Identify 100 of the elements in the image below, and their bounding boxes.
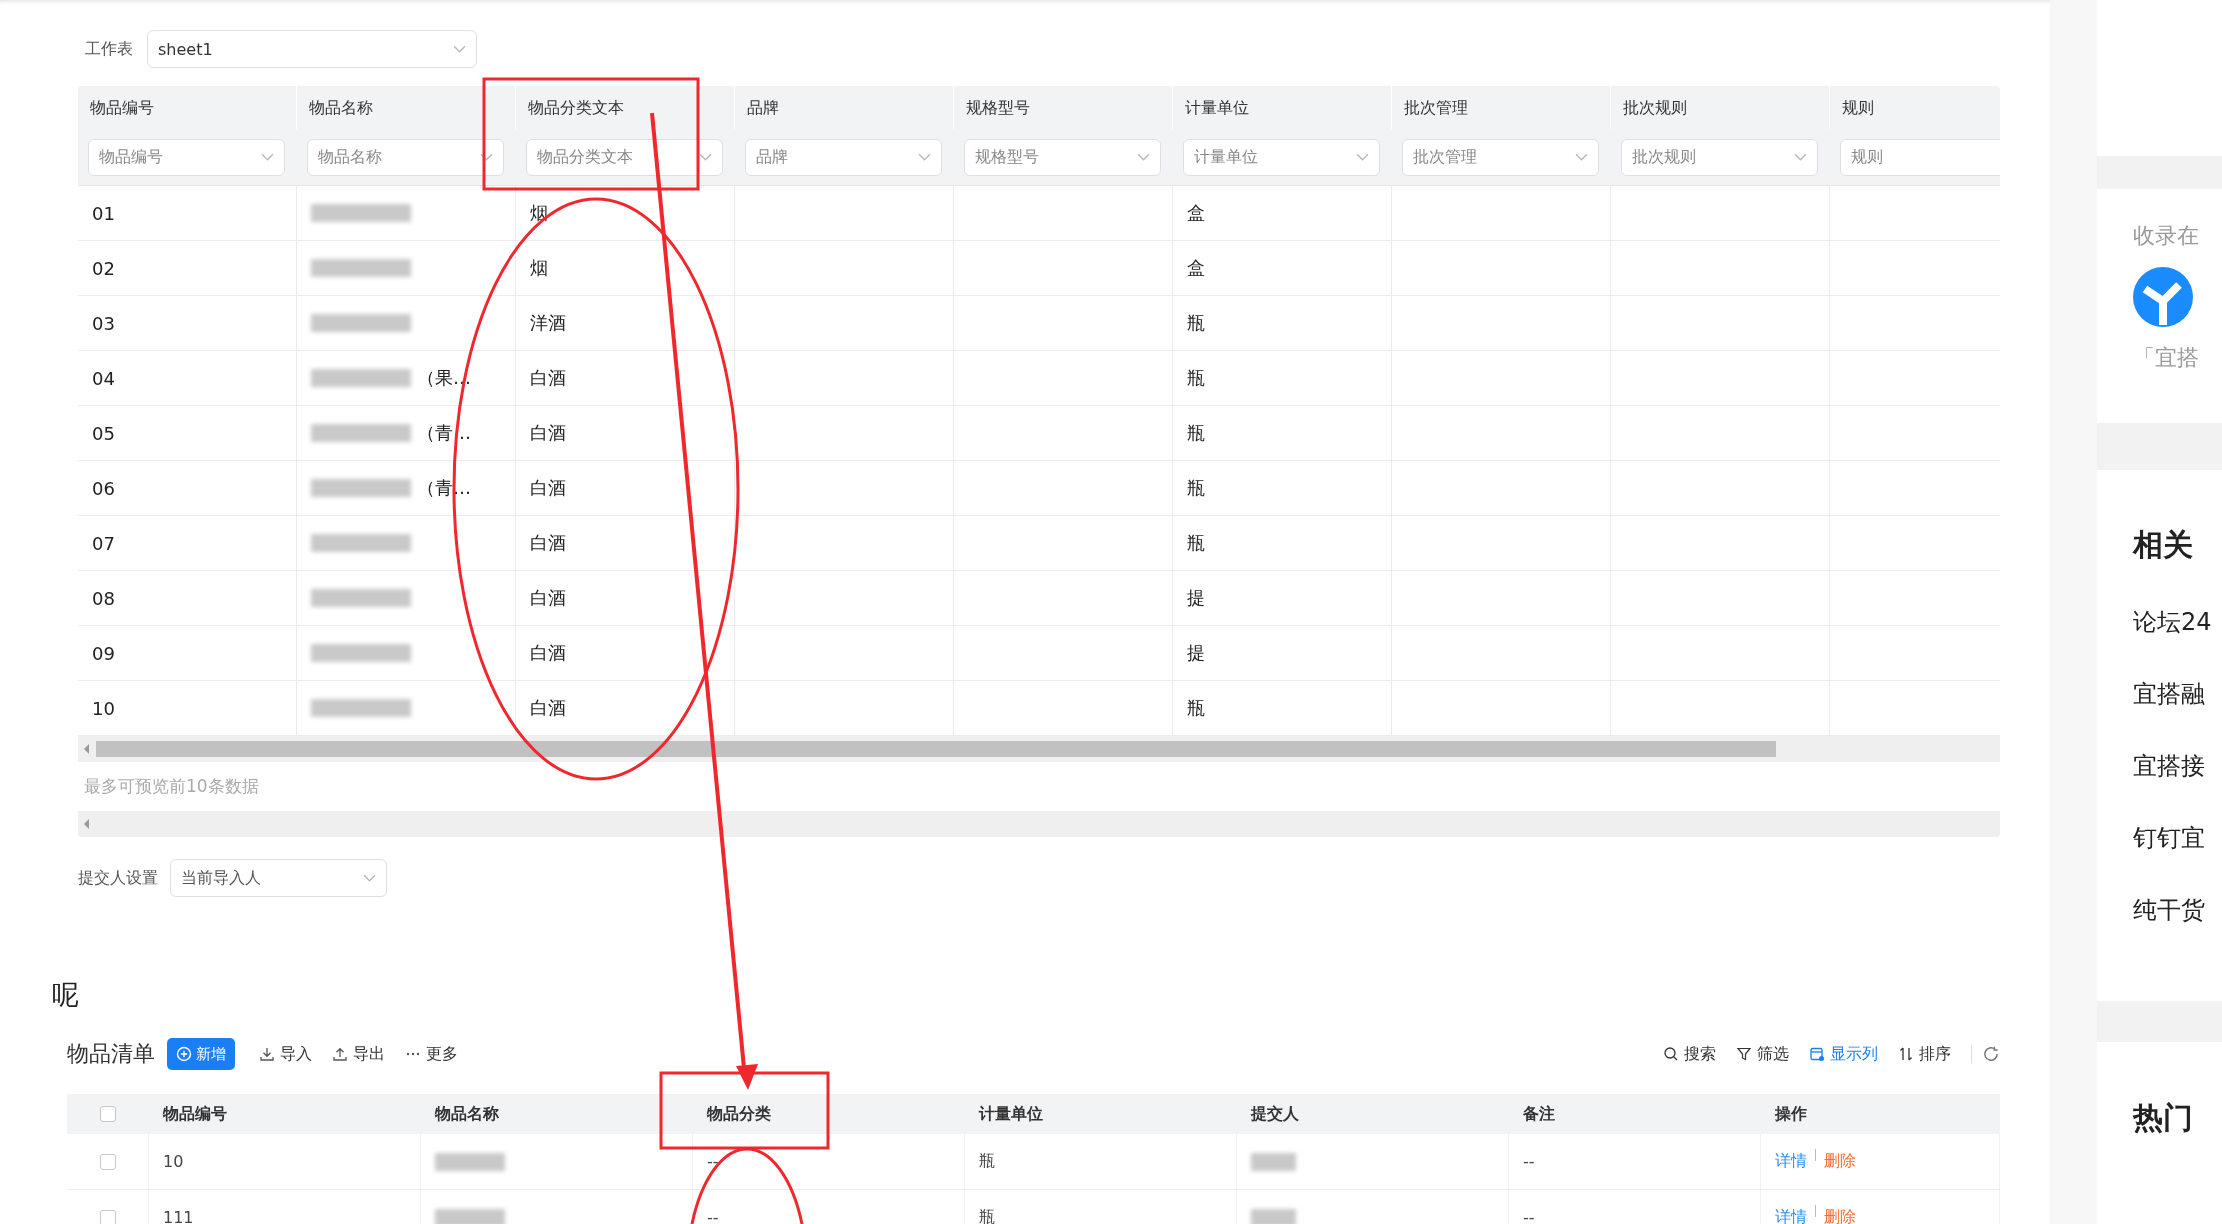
table-cell: （青… <box>417 476 471 500</box>
column-header: 品牌 <box>735 86 954 129</box>
horizontal-scrollbar[interactable] <box>78 736 2000 762</box>
table-cell: 03 <box>92 312 115 334</box>
table-cell: 瓶 <box>979 1151 995 1172</box>
chevron-down-icon <box>1356 153 1369 162</box>
add-button[interactable]: 新增 <box>167 1038 235 1070</box>
column-mapping-select[interactable]: 品牌 <box>745 139 942 176</box>
table-cell: 07 <box>92 532 115 554</box>
preview-note: 最多可预览前10条数据 <box>78 762 2000 811</box>
related-article-link[interactable]: 宜搭接 <box>2133 750 2222 822</box>
logo-icon <box>2133 267 2193 327</box>
chevron-down-icon <box>918 153 931 162</box>
blurred-text <box>435 1152 505 1171</box>
submitter-select[interactable]: 当前导入人 <box>170 859 387 897</box>
row-checkbox[interactable] <box>99 1153 116 1170</box>
table-cell: 盒 <box>1187 201 1205 225</box>
table-cell: 05 <box>92 422 115 444</box>
column-mapping-select[interactable]: 物品分类文本 <box>526 139 723 176</box>
section-heading: 呢 <box>52 978 80 1012</box>
column-header: 备注 <box>1523 1103 1555 1125</box>
more-button[interactable]: 更多 <box>395 1043 468 1065</box>
row-checkbox[interactable] <box>99 1209 116 1224</box>
table-cell: 盒 <box>1187 256 1205 280</box>
column-mapping-select[interactable]: 物品名称 <box>307 139 504 176</box>
table-cell: 04 <box>92 367 115 389</box>
worksheet-label: 工作表 <box>84 38 133 60</box>
search-button[interactable]: 搜索 <box>1653 1043 1726 1065</box>
table-cell: -- <box>1523 1152 1535 1171</box>
related-article-link[interactable]: 宜搭融 <box>2133 678 2222 750</box>
chevron-down-icon <box>261 153 274 162</box>
table-cell: 09 <box>92 642 115 664</box>
export-button[interactable]: 导出 <box>322 1043 395 1065</box>
collection-label: 收录在 <box>2133 222 2200 250</box>
horizontal-scrollbar[interactable] <box>78 811 2000 837</box>
collection-name: 「宜搭 <box>2133 344 2200 372</box>
import-button[interactable]: 导入 <box>249 1043 322 1065</box>
table-cell: 02 <box>92 257 115 279</box>
filter-icon <box>1736 1046 1752 1062</box>
table-cell: -- <box>1523 1208 1535 1224</box>
sort-button[interactable]: 排序 <box>1888 1043 1961 1065</box>
chevron-down-icon <box>1137 153 1150 162</box>
column-header: 物品名称 <box>297 86 516 129</box>
download-icon <box>259 1046 275 1062</box>
column-mapping-select[interactable]: 批次规则 <box>1621 139 1818 176</box>
column-header: 物品编号 <box>78 86 297 129</box>
table-cell: 白酒 <box>530 696 566 720</box>
column-mapping-select[interactable]: 规格型号 <box>964 139 1161 176</box>
table-cell: 06 <box>92 477 115 499</box>
table-cell: -- <box>707 1208 719 1224</box>
columns-button[interactable]: 显示列 <box>1799 1043 1888 1065</box>
table-cell: 瓶 <box>1187 311 1205 335</box>
table-cell: （果… <box>417 366 471 390</box>
column-mapping-select[interactable]: 物品编号 <box>88 139 285 176</box>
column-header: 物品名称 <box>435 1103 499 1125</box>
table-cell: 08 <box>92 587 115 609</box>
blurred-text <box>1251 1208 1296 1224</box>
column-mapping-select[interactable]: 计量单位 <box>1183 139 1380 176</box>
column-header: 计量单位 <box>979 1103 1043 1125</box>
column-mapping-select[interactable]: 规则 <box>1840 139 2000 176</box>
column-header: 规格型号 <box>954 86 1173 129</box>
table-cell: 10 <box>92 697 115 719</box>
filter-button[interactable]: 筛选 <box>1726 1043 1799 1065</box>
table-cell: 白酒 <box>530 531 566 555</box>
column-mapping-select[interactable]: 批次管理 <box>1402 139 1599 176</box>
table-cell: 01 <box>92 202 115 224</box>
hot-title: 热门 <box>2133 1099 2194 1137</box>
related-article-link[interactable]: 论坛24 <box>2133 606 2222 678</box>
scroll-left-icon[interactable] <box>84 819 90 829</box>
scroll-left-icon[interactable] <box>84 744 90 754</box>
table-cell: -- <box>707 1152 719 1171</box>
related-title: 相关 <box>2133 526 2194 564</box>
table-cell: 瓶 <box>1187 476 1205 500</box>
chevron-down-icon <box>1575 153 1588 162</box>
table-cell: 提 <box>1187 586 1205 610</box>
refresh-icon <box>1982 1045 2000 1063</box>
column-header: 批次规则 <box>1611 86 1830 129</box>
related-article-link[interactable]: 钉钉宜 <box>2133 822 2222 894</box>
table-cell: 白酒 <box>530 641 566 665</box>
table-cell: 瓶 <box>1187 531 1205 555</box>
column-header: 物品编号 <box>163 1103 227 1125</box>
delete-link[interactable]: 删除 <box>1824 1151 1856 1172</box>
chevron-down-icon <box>480 153 493 162</box>
refresh-button[interactable] <box>1982 1045 2000 1063</box>
detail-link[interactable]: 详情 <box>1775 1207 1807 1224</box>
column-header: 提交人 <box>1251 1103 1299 1125</box>
detail-link[interactable]: 详情 <box>1775 1151 1807 1172</box>
search-icon <box>1663 1046 1679 1062</box>
related-article-link[interactable]: 纯干货 <box>2133 894 2222 966</box>
table-cell: 瓶 <box>1187 421 1205 445</box>
table-cell: 10 <box>163 1152 184 1171</box>
table-cell: 提 <box>1187 641 1205 665</box>
worksheet-select[interactable]: sheet1 <box>147 30 477 68</box>
delete-link[interactable]: 删除 <box>1824 1207 1856 1224</box>
column-header: 批次管理 <box>1392 86 1611 129</box>
upload-icon <box>332 1046 348 1062</box>
table-cell: 白酒 <box>530 476 566 500</box>
table-cell: 白酒 <box>530 421 566 445</box>
table-cell: 洋酒 <box>530 311 566 335</box>
select-all-checkbox[interactable] <box>100 1106 116 1122</box>
